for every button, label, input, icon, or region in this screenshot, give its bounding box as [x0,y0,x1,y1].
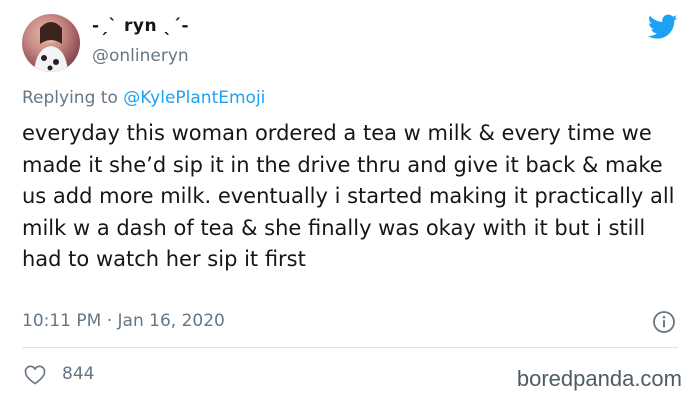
user-handle[interactable]: @onlineryn [92,46,189,66]
avatar[interactable] [22,14,80,72]
tweet-text: everyday this woman ordered a tea w milk… [22,121,675,271]
info-icon[interactable] [652,310,676,334]
reply-prefix: Replying to [22,88,124,108]
avatar-image [34,22,68,72]
twitter-bird-icon[interactable] [648,14,678,40]
display-name[interactable]: -ˏˋ ryn ˎˊ- [92,16,189,36]
watermark-text: boredpanda.com [516,366,682,391]
like-count: 844 [62,364,95,384]
reply-to-link[interactable]: @KylePlantEmoji [123,88,265,108]
tweet-timestamp[interactable]: 10:11 PM · Jan 16, 2020 [22,311,225,331]
heart-icon[interactable] [24,365,46,385]
reply-context: Replying to @KylePlantEmoji [22,88,265,108]
divider [22,347,678,348]
